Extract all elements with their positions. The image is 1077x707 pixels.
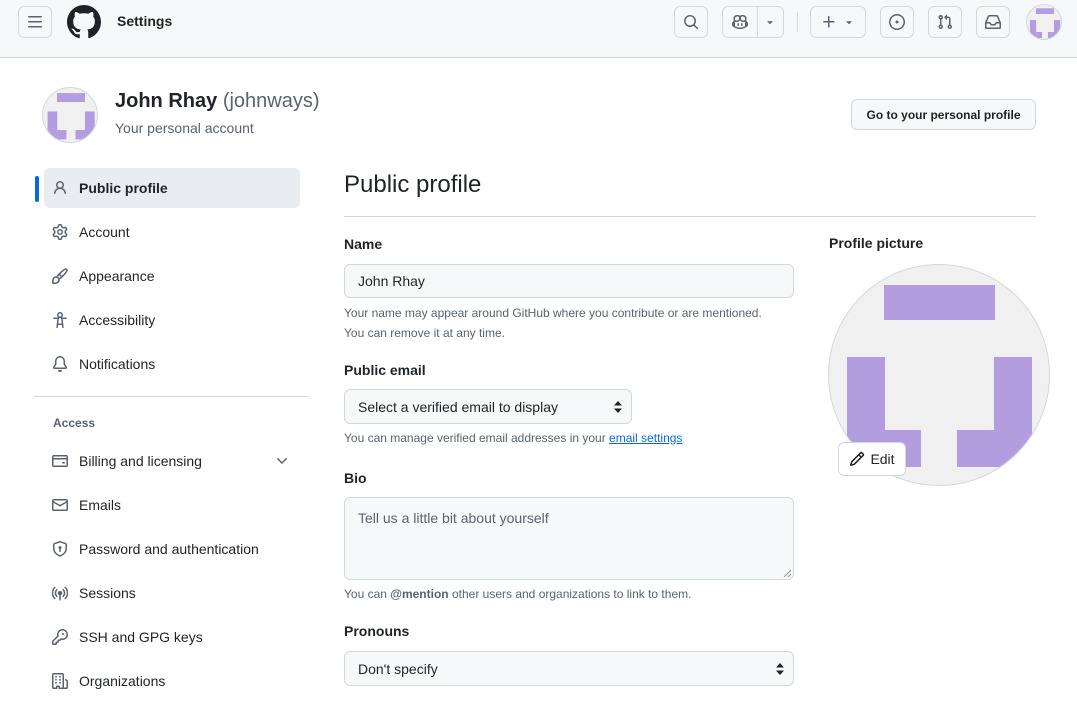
bio-note-suffix: other users and organizations to link to… bbox=[448, 587, 692, 601]
inbox-button[interactable] bbox=[976, 6, 1010, 38]
select-arrows-icon bbox=[613, 400, 623, 414]
user-avatar-button[interactable] bbox=[1026, 4, 1062, 40]
create-new-button[interactable] bbox=[810, 6, 866, 38]
bio-textarea[interactable]: Tell us a little bit about yourself bbox=[344, 497, 794, 580]
title-divider bbox=[344, 216, 1036, 217]
edit-button-label: Edit bbox=[870, 451, 895, 467]
pull-requests-button[interactable] bbox=[928, 6, 962, 38]
broadcast-icon bbox=[52, 585, 79, 601]
pronouns-label: Pronouns bbox=[344, 623, 410, 639]
chevron-down-icon bbox=[843, 16, 855, 28]
select-arrows-icon bbox=[775, 662, 785, 676]
split-divider bbox=[757, 7, 758, 37]
account-login: (johnways) bbox=[222, 90, 320, 112]
profile-picture-label: Profile picture bbox=[829, 235, 924, 251]
app-header: Settings bbox=[0, 0, 1077, 58]
menu-button[interactable] bbox=[18, 6, 52, 38]
hamburger-icon bbox=[27, 14, 43, 30]
page-context-title: Settings bbox=[117, 13, 173, 29]
sidebar-item-label: Emails bbox=[79, 497, 122, 513]
sidebar-item-notifications[interactable]: Notifications bbox=[44, 344, 300, 384]
sidebar-item-organizations[interactable]: Organizations bbox=[44, 661, 300, 701]
git-pull-request-icon bbox=[937, 14, 953, 30]
pronouns-select[interactable]: Don't specify bbox=[344, 651, 794, 686]
public-email-help-text: You can manage verified email addresses … bbox=[344, 428, 682, 448]
active-nav-indicator bbox=[35, 176, 39, 202]
issue-opened-icon bbox=[889, 14, 905, 30]
edit-profile-picture-button[interactable]: Edit bbox=[838, 442, 906, 476]
sidebar-item-password[interactable]: Password and authentication bbox=[44, 529, 300, 569]
account-avatar bbox=[42, 87, 98, 143]
account-display-name: John Rhay bbox=[115, 90, 218, 112]
copilot-dropdown-icon[interactable] bbox=[756, 16, 783, 28]
sidebar-item-label: Appearance bbox=[79, 268, 155, 284]
bell-icon bbox=[52, 356, 79, 372]
sidebar-item-public-profile[interactable]: Public profile bbox=[44, 168, 300, 208]
bio-label: Bio bbox=[344, 470, 367, 486]
sidebar-item-label: Accessibility bbox=[79, 312, 156, 328]
bio-placeholder: Tell us a little bit about yourself bbox=[358, 510, 549, 526]
credit-card-icon bbox=[52, 453, 79, 469]
inbox-icon bbox=[985, 14, 1001, 30]
mention-text: @mention bbox=[390, 587, 449, 601]
resize-handle-icon[interactable] bbox=[783, 569, 791, 577]
copilot-icon[interactable] bbox=[723, 14, 756, 30]
plus-icon bbox=[821, 14, 837, 30]
mail-icon bbox=[52, 497, 79, 513]
sidebar-divider bbox=[34, 396, 309, 397]
paintbrush-icon bbox=[52, 268, 79, 284]
public-email-selected: Select a verified email to display bbox=[358, 398, 558, 415]
issues-button[interactable] bbox=[880, 6, 914, 38]
bio-note-prefix: You can bbox=[344, 587, 391, 601]
accessibility-icon bbox=[52, 312, 79, 328]
sidebar-item-ssh-gpg-keys[interactable]: SSH and GPG keys bbox=[44, 617, 300, 657]
sidebar-item-accessibility[interactable]: Accessibility bbox=[44, 300, 300, 340]
sidebar-item-label: Notifications bbox=[79, 356, 156, 372]
sidebar-item-label: Account bbox=[79, 224, 130, 240]
sidebar-item-billing[interactable]: Billing and licensing bbox=[44, 441, 300, 481]
sidebar-item-account[interactable]: Account bbox=[44, 212, 300, 252]
organization-icon bbox=[52, 673, 79, 689]
sidebar-section-heading: Access bbox=[53, 416, 96, 430]
github-mark-icon[interactable] bbox=[67, 5, 101, 39]
sidebar-item-sessions[interactable]: Sessions bbox=[44, 573, 300, 613]
search-icon bbox=[683, 14, 699, 30]
sidebar-item-appearance[interactable]: Appearance bbox=[44, 256, 300, 296]
chevron-down-icon[interactable] bbox=[274, 453, 290, 469]
name-help-text: Your name may appear around GitHub where… bbox=[344, 306, 762, 340]
go-to-profile-button[interactable]: Go to your personal profile bbox=[851, 99, 1036, 130]
sidebar-item-label: Public profile bbox=[79, 180, 168, 196]
sidebar-item-label: SSH and GPG keys bbox=[79, 629, 203, 645]
public-email-note-prefix: You can manage verified email addresses … bbox=[344, 431, 610, 445]
sidebar-item-label: Organizations bbox=[79, 673, 166, 689]
sidebar-item-label: Sessions bbox=[79, 585, 136, 601]
person-icon bbox=[52, 180, 79, 196]
sidebar-item-label: Password and authentication bbox=[79, 541, 259, 557]
key-icon bbox=[52, 629, 79, 645]
account-subtitle: Your personal account bbox=[115, 120, 254, 136]
pencil-icon bbox=[849, 451, 870, 467]
bio-help-text: You can @mention other users and organiz… bbox=[344, 584, 691, 604]
header-divider bbox=[797, 12, 798, 32]
email-settings-link[interactable]: email settings bbox=[609, 431, 682, 445]
sidebar-item-label: Billing and licensing bbox=[79, 453, 202, 469]
account-name: John Rhay (johnways) bbox=[115, 90, 320, 113]
gear-icon bbox=[52, 224, 79, 240]
shield-lock-icon bbox=[52, 541, 79, 557]
name-label: Name bbox=[344, 236, 383, 252]
public-email-select[interactable]: Select a verified email to display bbox=[344, 389, 632, 424]
name-input[interactable]: John Rhay bbox=[344, 264, 794, 298]
sidebar-item-emails[interactable]: Emails bbox=[44, 485, 300, 525]
search-button[interactable] bbox=[674, 6, 708, 38]
copilot-button-group bbox=[722, 6, 784, 38]
pronouns-selected: Don't specify bbox=[358, 660, 438, 677]
page-title: Public profile bbox=[344, 171, 482, 198]
public-email-label: Public email bbox=[344, 362, 426, 378]
